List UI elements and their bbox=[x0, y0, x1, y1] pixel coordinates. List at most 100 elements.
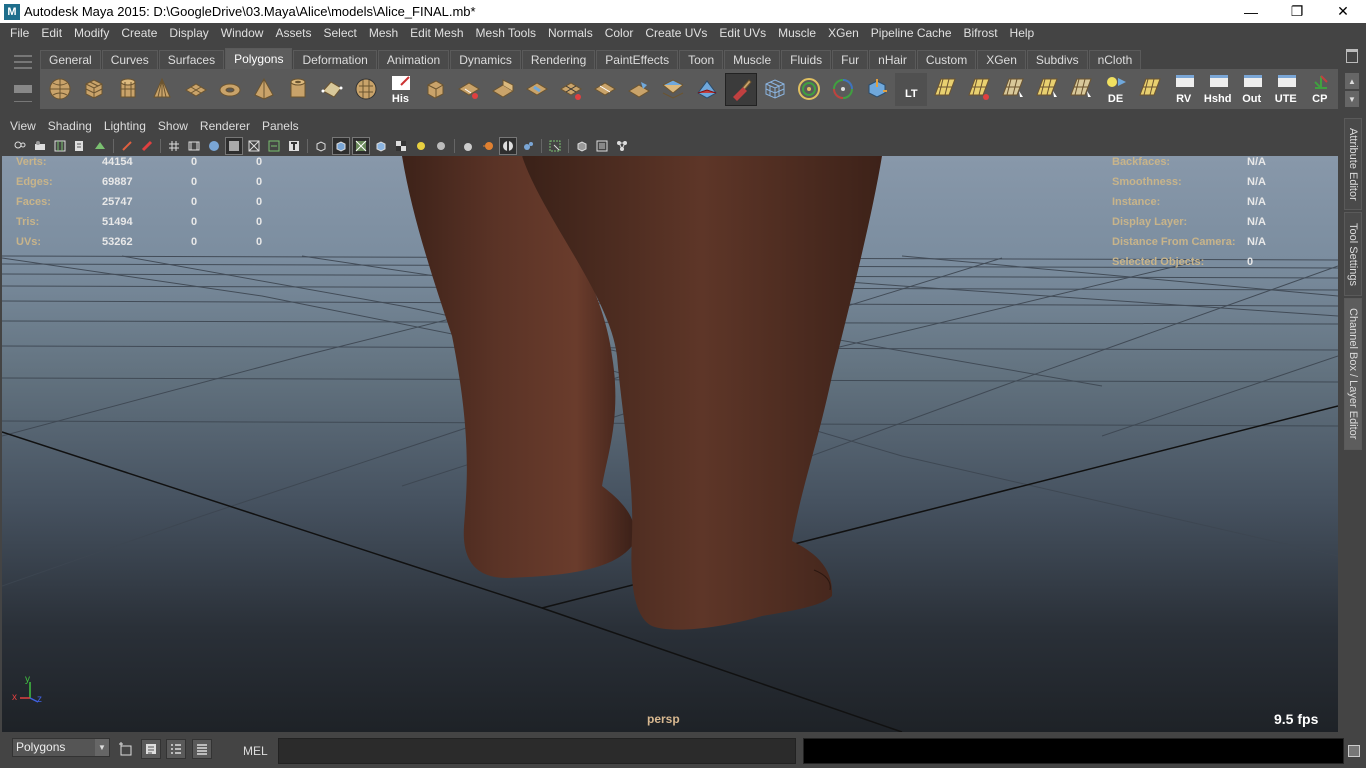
shelf-tab-nhair[interactable]: nHair bbox=[869, 50, 916, 69]
extrude-icon[interactable] bbox=[419, 73, 451, 106]
menu-file[interactable]: File bbox=[4, 26, 35, 40]
shelf-scroll-up-icon[interactable]: ▲ bbox=[1345, 73, 1359, 89]
textured-icon[interactable] bbox=[393, 138, 409, 154]
image-plane-icon[interactable] bbox=[92, 138, 108, 154]
film-gate-icon[interactable] bbox=[186, 138, 202, 154]
uv-map-icon[interactable] bbox=[1031, 73, 1063, 106]
sculpt-tool-icon[interactable] bbox=[691, 73, 723, 106]
camera-attributes-icon[interactable] bbox=[52, 138, 68, 154]
shelf-tab-polygons[interactable]: Polygons bbox=[225, 48, 293, 69]
2d-pan-zoom-icon[interactable] bbox=[139, 138, 155, 154]
smooth-shading-icon[interactable] bbox=[332, 137, 350, 155]
menu-color[interactable]: Color bbox=[599, 26, 640, 40]
split-polygon-icon[interactable] bbox=[555, 73, 587, 106]
shelf-tab-muscle[interactable]: Muscle bbox=[724, 50, 781, 69]
poly-cone-icon[interactable] bbox=[146, 73, 178, 106]
wireframe-on-shaded-icon[interactable] bbox=[352, 137, 370, 155]
tab-tool-settings[interactable]: Tool Settings bbox=[1344, 212, 1362, 296]
shelf-tab-dynamics[interactable]: Dynamics bbox=[450, 50, 521, 69]
shelf-tab-curves[interactable]: Curves bbox=[101, 50, 158, 69]
resolution-gate-icon[interactable] bbox=[206, 138, 222, 154]
grid-icon[interactable] bbox=[166, 138, 182, 154]
shelf-scroll-down-icon[interactable]: ▼ bbox=[1345, 91, 1359, 107]
menu-edit[interactable]: Edit bbox=[35, 26, 68, 40]
wireframe-cube-icon[interactable] bbox=[759, 73, 791, 106]
menu-select[interactable]: Select bbox=[317, 26, 362, 40]
bookmarks-icon[interactable] bbox=[72, 138, 88, 154]
trash-icon[interactable] bbox=[1346, 49, 1358, 63]
menu-normals[interactable]: Normals bbox=[542, 26, 599, 40]
tab-channel-box-layer-editor[interactable]: Channel Box / Layer Editor bbox=[1344, 298, 1362, 450]
display-light-icon[interactable]: DE bbox=[1100, 73, 1132, 106]
bevel-icon[interactable] bbox=[453, 73, 485, 106]
append-polygon-icon[interactable] bbox=[521, 73, 553, 106]
target-weld-icon[interactable] bbox=[793, 73, 825, 106]
uv-editor-icon[interactable] bbox=[1134, 73, 1166, 106]
safe-action-icon[interactable] bbox=[266, 138, 282, 154]
ute-button-icon[interactable]: UTE bbox=[1270, 73, 1302, 106]
transform-component-icon[interactable] bbox=[861, 73, 893, 106]
mel-language-label[interactable]: MEL bbox=[243, 744, 268, 758]
shelf-tab-surfaces[interactable]: Surfaces bbox=[158, 50, 225, 69]
shelf-tab-deformation[interactable]: Deformation bbox=[293, 50, 377, 69]
create-polygon-tool-icon[interactable] bbox=[316, 73, 348, 106]
use-all-lights-icon[interactable] bbox=[413, 138, 429, 154]
outliner-icon[interactable] bbox=[166, 739, 186, 759]
shelf-tab-custom[interactable]: Custom bbox=[916, 50, 977, 69]
merge-vertices-icon[interactable] bbox=[623, 73, 655, 106]
xray-joints-icon[interactable] bbox=[594, 138, 610, 154]
merge-edge-icon[interactable] bbox=[657, 73, 689, 106]
menu-muscle[interactable]: Muscle bbox=[772, 26, 822, 40]
isolate-select-icon[interactable] bbox=[547, 138, 563, 154]
shelf-tab-fluids[interactable]: Fluids bbox=[781, 50, 832, 69]
script-editor-toggle-icon[interactable] bbox=[1348, 745, 1360, 757]
shelf-tab-ncloth[interactable]: nCloth bbox=[1088, 50, 1142, 69]
uv-layout-icon[interactable] bbox=[929, 73, 961, 106]
rv-button-icon[interactable]: RV bbox=[1168, 73, 1200, 106]
menu-create-uvs[interactable]: Create UVs bbox=[639, 26, 713, 40]
menu-display[interactable]: Display bbox=[163, 26, 214, 40]
poly-pipe-icon[interactable] bbox=[282, 73, 314, 106]
panel-menu-view[interactable]: View bbox=[4, 119, 42, 133]
shelf-tab-toon[interactable]: Toon bbox=[679, 50, 724, 69]
wireframe-shading-icon[interactable] bbox=[313, 138, 329, 154]
menu-set-dropdown[interactable]: Polygons ▼ bbox=[12, 738, 110, 757]
menu-create[interactable]: Create bbox=[115, 26, 163, 40]
new-scene-icon[interactable] bbox=[116, 739, 136, 759]
tab-attribute-editor[interactable]: Attribute Editor bbox=[1344, 118, 1362, 210]
shelf-tab-xgen[interactable]: XGen bbox=[977, 50, 1026, 69]
menu-pipeline-cache[interactable]: Pipeline Cache bbox=[865, 26, 958, 40]
menu-mesh-tools[interactable]: Mesh Tools bbox=[470, 26, 542, 40]
multisample-aa-icon[interactable] bbox=[499, 137, 517, 155]
gate-mask-icon[interactable] bbox=[225, 137, 243, 155]
poly-cube-icon[interactable] bbox=[78, 73, 110, 106]
menu-edit-mesh[interactable]: Edit Mesh bbox=[404, 26, 469, 40]
safe-title-icon[interactable] bbox=[286, 138, 302, 154]
menu-bifrost[interactable]: Bifrost bbox=[958, 26, 1004, 40]
menu-edit-uvs[interactable]: Edit UVs bbox=[713, 26, 772, 40]
multi-cut-icon[interactable] bbox=[827, 73, 859, 106]
minimize-icon[interactable]: — bbox=[1228, 0, 1274, 23]
uv-unfold-icon[interactable] bbox=[963, 73, 995, 106]
poly-torus-icon[interactable] bbox=[214, 73, 246, 106]
shelf-drag-handle[interactable] bbox=[10, 49, 36, 109]
poly-sphere-icon[interactable] bbox=[44, 73, 76, 106]
poly-pyramid-icon[interactable] bbox=[248, 73, 280, 106]
shelf-tab-general[interactable]: General bbox=[40, 50, 101, 69]
menu-assets[interactable]: Assets bbox=[269, 26, 317, 40]
panel-menu-renderer[interactable]: Renderer bbox=[194, 119, 256, 133]
poly-cylinder-icon[interactable] bbox=[112, 73, 144, 106]
menu-window[interactable]: Window bbox=[215, 26, 270, 40]
xray-components-icon[interactable] bbox=[614, 138, 630, 154]
shelf-tab-painteffects[interactable]: PaintEffects bbox=[596, 50, 679, 69]
depth-of-field-icon[interactable] bbox=[520, 138, 536, 154]
screen-space-ao-icon[interactable] bbox=[460, 138, 476, 154]
command-input[interactable] bbox=[278, 738, 796, 764]
panel-menu-shading[interactable]: Shading bbox=[42, 119, 98, 133]
motion-blur-icon[interactable] bbox=[480, 138, 496, 154]
menu-xgen[interactable]: XGen bbox=[822, 26, 865, 40]
perspective-viewport[interactable]: Verts: 44154 0 0 Edges: 69887 0 0 Faces:… bbox=[2, 156, 1338, 732]
history-icon[interactable]: His bbox=[384, 73, 416, 106]
shelf-tab-animation[interactable]: Animation bbox=[377, 50, 450, 69]
lock-camera-icon[interactable] bbox=[32, 138, 48, 154]
